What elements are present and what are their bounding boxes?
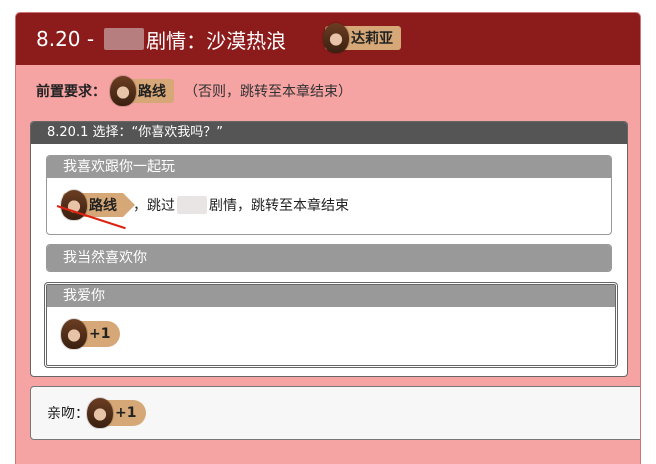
chapter-title-suffix: 剧情：沙漠热浪 (146, 28, 287, 53)
choice-option-label: 我爱你 (47, 285, 615, 307)
redacted-name (177, 196, 207, 214)
kiss-row: 亲吻： +1 (30, 386, 640, 440)
reward-value: +1 (89, 326, 111, 342)
choice-section: 8.20.1 选择：“你喜欢我吗？” 我喜欢跟你一起玩 路线 ，跳过 剧情，跳转… (30, 121, 628, 377)
character-name: 达莉亚 (351, 31, 393, 47)
option-text-prefix: ，跳过 (133, 198, 175, 214)
affection-reward-badge: +1 (61, 319, 121, 349)
choice-option-label: 我当然喜欢你 (47, 245, 611, 271)
choice-option-body: 路线 ，跳过 剧情，跳转至本章结束 (47, 178, 611, 232)
character-avatar-icon (61, 319, 87, 349)
route-badge: 路线 (110, 76, 174, 106)
kiss-label: 亲吻： (47, 406, 89, 422)
choice-section-title: 8.20.1 选择：“你喜欢我吗？” (31, 122, 627, 144)
character-avatar-icon (87, 398, 113, 428)
choice-option-love[interactable]: 我爱你 +1 (44, 282, 618, 368)
character-avatar-icon (110, 76, 136, 106)
chapter-title-prefix: 8.20 - (36, 27, 95, 51)
option-text-suffix: 剧情，跳转至本章结束 (209, 198, 349, 214)
choice-option-label: 我喜欢跟你一起玩 (47, 156, 611, 178)
route-label: 路线 (89, 198, 117, 214)
chapter-header: 8.20 - 剧情：沙漠热浪 达莉亚 (16, 13, 640, 65)
reward-value: +1 (115, 405, 137, 421)
choice-option-body: +1 (47, 307, 615, 361)
requirement-note: （否则，跳转至本章结束） (184, 84, 352, 100)
chapter-card: 8.20 - 剧情：沙漠热浪 达莉亚 前置要求： 路线 （否则，跳转至本章结束）… (16, 13, 640, 464)
character-badge: 达莉亚 (323, 23, 401, 53)
affection-reward-badge: +1 (87, 398, 147, 428)
requirement-row: 前置要求： 路线 （否则，跳转至本章结束） (16, 65, 640, 117)
choice-option-play[interactable]: 我喜欢跟你一起玩 路线 ，跳过 剧情，跳转至本章结束 (46, 155, 612, 235)
character-avatar-icon (323, 23, 349, 53)
choice-option-of-course[interactable]: 我当然喜欢你 (46, 244, 612, 272)
redacted-name (104, 28, 145, 50)
requirement-label: 前置要求： (36, 84, 106, 100)
route-badge-crossed: 路线 (56, 190, 135, 230)
route-label: 路线 (138, 84, 166, 100)
